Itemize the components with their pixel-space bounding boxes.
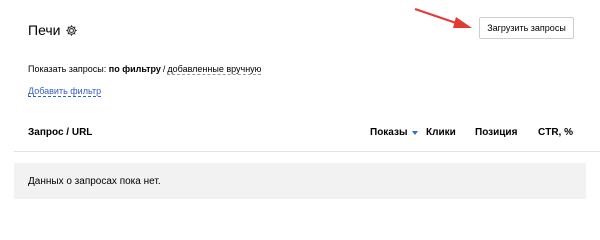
filter-option-manual[interactable]: добавленные вручную <box>167 64 262 75</box>
empty-state-row: Данных о запросах пока нет. <box>14 163 586 199</box>
column-header-position[interactable]: Позиция <box>475 127 517 138</box>
upload-queries-button[interactable]: Загрузить запросы <box>479 17 574 39</box>
page-header: Печи <box>28 20 78 40</box>
table-header: Запрос / URL Показы Клики Позиция CTR, % <box>0 124 600 154</box>
filter-separator: / <box>162 64 166 74</box>
column-header-shows[interactable]: Показы <box>370 127 418 138</box>
column-header-clicks[interactable]: Клики <box>426 127 456 138</box>
page-title: Печи <box>28 22 61 38</box>
filter-option-by-filter[interactable]: по фильтру <box>109 64 161 74</box>
filter-switch: Показать запросы: по фильтру / добавленные… <box>28 64 262 75</box>
column-header-shows-label: Показы <box>370 127 408 138</box>
sort-desc-icon <box>411 131 418 135</box>
empty-state-message: Данных о запросах пока нет. <box>28 176 161 187</box>
add-filter-link[interactable]: Добавить фильтр <box>28 86 102 97</box>
gear-icon[interactable] <box>65 24 78 37</box>
column-header-ctr[interactable]: CTR, % <box>538 127 573 138</box>
filter-prefix-label: Показать запросы: <box>28 64 107 74</box>
header-divider <box>14 151 600 152</box>
column-header-query[interactable]: Запрос / URL <box>28 127 92 138</box>
